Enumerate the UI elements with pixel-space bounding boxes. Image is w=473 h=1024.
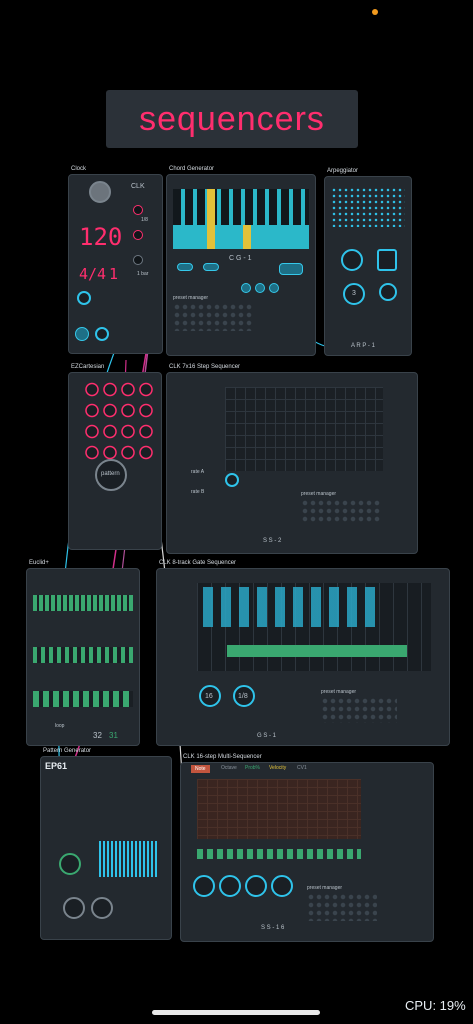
pattern-label: pattern bbox=[101, 471, 120, 477]
step-grid[interactable] bbox=[225, 387, 383, 471]
euclid-row-2[interactable] bbox=[33, 647, 133, 663]
multi-seq-module: CLK 16-step Multi-Sequencer Note Octave … bbox=[180, 754, 434, 942]
bpm-display: 120 bbox=[79, 223, 123, 251]
euclid-val-1: 32 bbox=[93, 731, 102, 740]
key-highlight bbox=[207, 189, 215, 249]
gate-blocks bbox=[203, 587, 383, 627]
step-seq-name: S S - 2 bbox=[263, 538, 282, 544]
ok-button[interactable] bbox=[75, 327, 89, 341]
patgen-logo: EP61 bbox=[45, 761, 68, 771]
clock-div-label: 1/8 bbox=[141, 217, 148, 223]
preset-manager-label: preset manager bbox=[173, 295, 209, 301]
tab-note[interactable]: Note bbox=[191, 765, 210, 773]
euclid-module: Euclid+ loop 32 31 bbox=[26, 560, 140, 746]
patgen-label: Pattern Generator bbox=[43, 748, 92, 754]
tab-cv1[interactable]: CV1 bbox=[297, 765, 307, 771]
rate-knob-2[interactable] bbox=[245, 875, 267, 897]
arm-knob[interactable] bbox=[77, 291, 91, 305]
shuf-knob[interactable] bbox=[271, 875, 293, 897]
length-value: 16 bbox=[205, 693, 213, 700]
multi-grid[interactable] bbox=[197, 779, 361, 839]
arp-label: Arpeggiator bbox=[327, 168, 359, 174]
tab-octave[interactable]: Octave bbox=[221, 765, 237, 771]
preset-manager-label-4: preset manager bbox=[307, 885, 343, 891]
fill-knob[interactable] bbox=[59, 853, 81, 875]
arp-display bbox=[331, 187, 405, 227]
root-toggle[interactable] bbox=[177, 263, 193, 271]
gate-seq-module: CLK 8-track Gate Sequencer 16 1/8 preset… bbox=[156, 560, 450, 746]
multi-seq-label: CLK 16-step Multi-Sequencer bbox=[183, 754, 262, 760]
clock-jack-1[interactable] bbox=[133, 205, 143, 215]
key-highlight-2 bbox=[243, 225, 251, 249]
multi-gates[interactable] bbox=[197, 849, 361, 859]
chord-module: Chord Generator C G - 1 preset manager bbox=[166, 166, 316, 356]
gate-seq-name: G S - 1 bbox=[257, 733, 277, 739]
euclid-label: Euclid+ bbox=[29, 560, 49, 566]
chord-clear[interactable] bbox=[269, 283, 279, 293]
multi-seq-name: S S - 1 6 bbox=[261, 925, 285, 931]
clock-module: Clock CLK 120 4/4 1 1/8 1 bar bbox=[68, 166, 163, 354]
euclid-val-2: 31 bbox=[109, 731, 118, 740]
chord-label: Chord Generator bbox=[169, 166, 215, 172]
start-knob[interactable] bbox=[193, 875, 215, 897]
tab-prob[interactable]: Prob% bbox=[245, 765, 260, 771]
steps-a-knob[interactable] bbox=[225, 473, 239, 487]
tab-velocity[interactable]: Velocity bbox=[269, 765, 286, 771]
clock-label: Clock bbox=[71, 166, 87, 172]
shift-button[interactable] bbox=[279, 263, 303, 275]
clock-knob[interactable] bbox=[63, 897, 85, 919]
latch-knob[interactable] bbox=[379, 283, 397, 301]
rate-a-label: rate A bbox=[191, 469, 205, 475]
time-sig-display: 4/4 bbox=[79, 265, 107, 283]
rate-b-label: rate B bbox=[191, 489, 205, 495]
loop-label: loop bbox=[55, 723, 65, 729]
bars-knob[interactable] bbox=[91, 897, 113, 919]
preset-grid-4[interactable] bbox=[307, 893, 377, 921]
preset-grid-3[interactable] bbox=[321, 697, 397, 723]
end-knob[interactable] bbox=[219, 875, 241, 897]
chord-paste[interactable] bbox=[255, 283, 265, 293]
preset-grid-2[interactable] bbox=[301, 499, 381, 523]
step-seq-module: CLK 7x16 Step Sequencer rate A rate B pr… bbox=[166, 364, 418, 554]
home-indicator[interactable] bbox=[152, 1010, 320, 1015]
clock-name: CLK bbox=[131, 183, 145, 190]
ezc-grid[interactable] bbox=[83, 379, 153, 465]
velocities-knob[interactable] bbox=[377, 249, 397, 271]
gate-seq-label: CLK 8-track Gate Sequencer bbox=[159, 560, 237, 566]
pattern-knob[interactable] bbox=[341, 249, 363, 271]
cpu-readout: CPU: 19% bbox=[405, 998, 466, 1013]
rpm-knob[interactable] bbox=[95, 327, 109, 341]
preset-manager-label-3: preset manager bbox=[321, 689, 357, 695]
velocity-map[interactable] bbox=[99, 841, 159, 877]
euclid-row-1[interactable] bbox=[33, 595, 133, 611]
clock-bar-label: 1 bar bbox=[137, 271, 149, 277]
chord-copy[interactable] bbox=[241, 283, 251, 293]
ezcartesian-module: EZCartesian pattern bbox=[68, 364, 162, 550]
preset-grid[interactable] bbox=[173, 303, 253, 331]
gate-blocks-2 bbox=[227, 645, 407, 657]
clock-jack-2[interactable] bbox=[133, 230, 143, 240]
tempo-knob[interactable] bbox=[89, 181, 111, 203]
ezc-label: EZCartesian bbox=[71, 364, 105, 370]
preset-manager-label-2: preset manager bbox=[301, 491, 337, 497]
octaves-value: 3 bbox=[352, 290, 356, 297]
chord-name: C G - 1 bbox=[229, 255, 252, 262]
latch-toggle[interactable] bbox=[203, 263, 219, 271]
rate-value: 1/8 bbox=[238, 693, 248, 700]
pattern-gen-module: Pattern Generator EP61 bbox=[40, 748, 172, 940]
step-seq-label: CLK 7x16 Step Sequencer bbox=[169, 364, 241, 370]
arp-name: A R P - 1 bbox=[351, 343, 375, 349]
keyboard-keys bbox=[173, 189, 309, 225]
bars-display: 1 bbox=[109, 265, 119, 283]
arp-module: Arpeggiator 3 A R P - 1 bbox=[324, 168, 412, 356]
clock-jack-3[interactable] bbox=[133, 255, 143, 265]
euclid-row-3[interactable] bbox=[33, 691, 133, 707]
